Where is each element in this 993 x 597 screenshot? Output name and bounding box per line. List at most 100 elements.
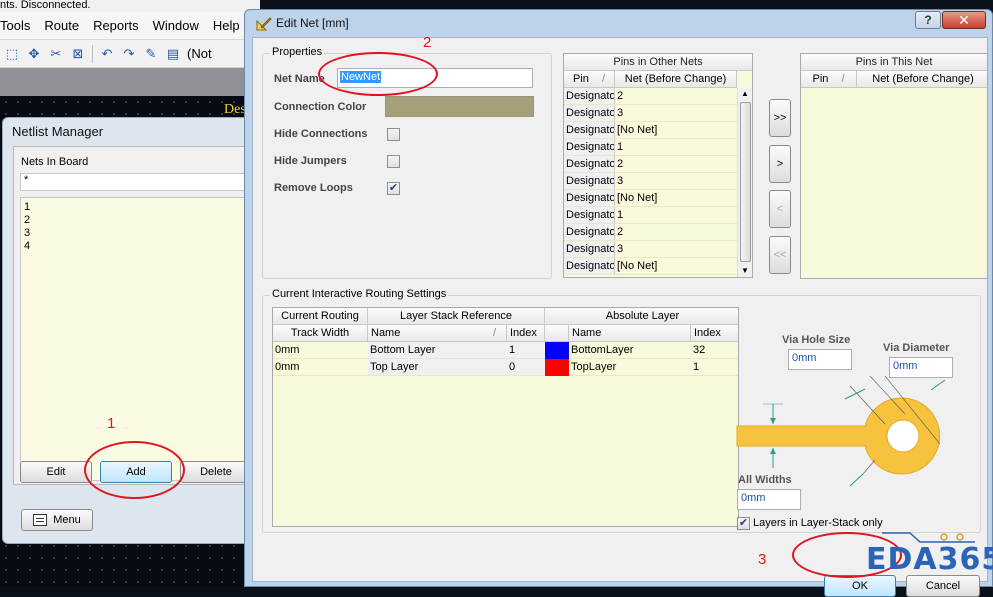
edit-button[interactable]: Edit [20,461,92,483]
col-name[interactable]: Name / [368,325,507,342]
table-row-net[interactable]: 2 [615,224,737,241]
col-index[interactable]: Index [507,325,545,342]
remove-loops-checkbox[interactable]: ✔ [387,182,400,195]
table-row-net[interactable]: [No Net] [615,190,737,207]
report-icon[interactable]: ▤ [165,46,181,62]
routing-cell-width[interactable]: 0mm [273,359,368,376]
routing-cell-abs-name[interactable]: TopLayer [569,359,691,376]
help-button[interactable]: ? [915,11,941,29]
list-item[interactable]: 2 [24,214,259,227]
routing-cell-abs-index[interactable]: 32 [691,342,738,359]
routing-layers-grid[interactable]: Current Routing Layer Stack Reference Ab… [272,307,739,527]
table-row-pin[interactable]: Designato [564,258,615,275]
col-track-width[interactable]: Track Width [273,325,368,342]
ok-button[interactable]: OK [824,575,896,597]
pins-other-nets-grid[interactable]: Pins in Other Nets Pin / Net (Before Cha… [563,53,753,278]
table-row-pin[interactable]: Designato [564,241,615,258]
hide-connections-label: Hide Connections [274,128,368,140]
menu-help[interactable]: Help [213,18,240,33]
net-filter-input[interactable]: * [20,173,260,191]
cancel-button[interactable]: Cancel [906,575,980,597]
layers-in-stack-checkbox[interactable]: ✔ [737,517,750,530]
properties-group: Properties Net Name NewNet Connection Co… [262,46,552,279]
layer-color-swatch [545,359,569,376]
dialog-titlebar[interactable]: Edit Net [mm] ? ✕ [245,10,992,36]
pencil-icon[interactable]: ✎ [143,46,159,62]
menu-button[interactable]: Menu [21,509,93,531]
routing-cell-index[interactable]: 0 [507,359,545,376]
routing-cell-name[interactable]: Bottom Layer [368,342,507,359]
routing-cell-name[interactable]: Top Layer [368,359,507,376]
deselect-icon[interactable]: ✂ [48,46,64,62]
col-pin[interactable]: Pin / [564,71,615,88]
move-icon[interactable]: ✥ [26,46,42,62]
netlist-manager-body: Nets In Board * 1 2 3 4 [13,146,260,485]
add-button[interactable]: Add [100,461,172,483]
table-row-pin[interactable]: Designato [564,224,615,241]
move-all-left-button[interactable]: << [769,236,791,274]
move-left-button[interactable]: < [769,190,791,228]
list-item[interactable]: 3 [24,227,259,240]
list-item[interactable]: 1 [24,201,259,214]
col-abs-index[interactable]: Index [691,325,738,342]
table-row-net[interactable]: 2 [615,88,737,105]
table-row-pin[interactable]: Designato [564,122,615,139]
col-net[interactable]: Net (Before Change) [615,71,737,88]
table-row-net[interactable]: 1 [615,139,737,156]
connection-color-swatch[interactable] [385,96,534,117]
watermark-brand: EDA365 [866,542,993,577]
table-row-pin[interactable]: Designato [564,190,615,207]
pins-this-net-title: Pins in This Net [801,54,987,71]
routing-cell-abs-name[interactable]: BottomLayer [569,342,691,359]
move-right-button[interactable]: > [769,145,791,183]
table-row-net[interactable]: 3 [615,173,737,190]
col-net[interactable]: Net (Before Change) [857,71,987,88]
table-row-pin[interactable]: Designato [564,88,615,105]
scroll-thumb[interactable] [740,102,751,262]
sort-icon: / [841,73,845,85]
table-row-net[interactable]: [No Net] [615,258,737,275]
routing-cell-width[interactable]: 0mm [273,342,368,359]
list-item[interactable]: 4 [24,240,259,253]
scroll-up-icon[interactable]: ▲ [741,89,749,98]
table-row-pin[interactable]: Designato [564,173,615,190]
close-button[interactable]: ✕ [942,11,986,29]
table-row-pin[interactable]: Designato [564,207,615,224]
table-row-net[interactable]: 3 [615,241,737,258]
redo-icon[interactable]: ↷ [121,46,137,62]
net-name-input[interactable]: NewNet [337,68,533,88]
undo-icon[interactable]: ↶ [99,46,115,62]
table-row-net[interactable]: 3 [615,105,737,122]
menu-window[interactable]: Window [153,18,199,33]
menu-reports[interactable]: Reports [93,18,139,33]
pins-this-net-grid[interactable]: Pins in This Net Pin / Net (Before Chang… [800,53,988,279]
col-abs-name[interactable]: Name [569,325,691,342]
routing-cell-index[interactable]: 1 [507,342,545,359]
toolbar-combo-text[interactable]: (Not [187,46,212,61]
menu-tools[interactable]: Tools [0,18,30,33]
hide-jumpers-checkbox[interactable] [387,155,400,168]
canvas-banner: Des [224,102,246,117]
via-hole-size-input[interactable]: 0mm [788,349,852,370]
ruler-pencil-icon [256,17,272,31]
select-rect-icon[interactable]: ⬚ [4,46,20,62]
table-row-net[interactable]: [No Net] [615,122,737,139]
hide-connections-checkbox[interactable] [387,128,400,141]
table-row-pin[interactable]: Designato [564,156,615,173]
table-row-pin[interactable]: Designato [564,139,615,156]
routing-cell-abs-index[interactable]: 1 [691,359,738,376]
scroll-down-icon[interactable]: ▼ [741,266,749,275]
clear-filter-icon[interactable]: ⊠ [70,46,86,62]
nets-list[interactable]: 1 2 3 4 [20,197,260,481]
move-all-right-button[interactable]: >> [769,99,791,137]
table-row-net[interactable]: 1 [615,207,737,224]
menu-route[interactable]: Route [44,18,79,33]
col-name-label: Name [371,327,401,339]
table-row-pin[interactable]: Designato [564,105,615,122]
col-pin[interactable]: Pin / [801,71,857,88]
table-row-net[interactable]: 2 [615,156,737,173]
pins-other-nets-scrollbar[interactable]: ▲ ▼ [737,88,752,277]
annotation-number-2: 2 [423,34,432,51]
all-widths-input[interactable]: 0mm [737,489,801,510]
delete-button[interactable]: Delete [180,461,252,483]
